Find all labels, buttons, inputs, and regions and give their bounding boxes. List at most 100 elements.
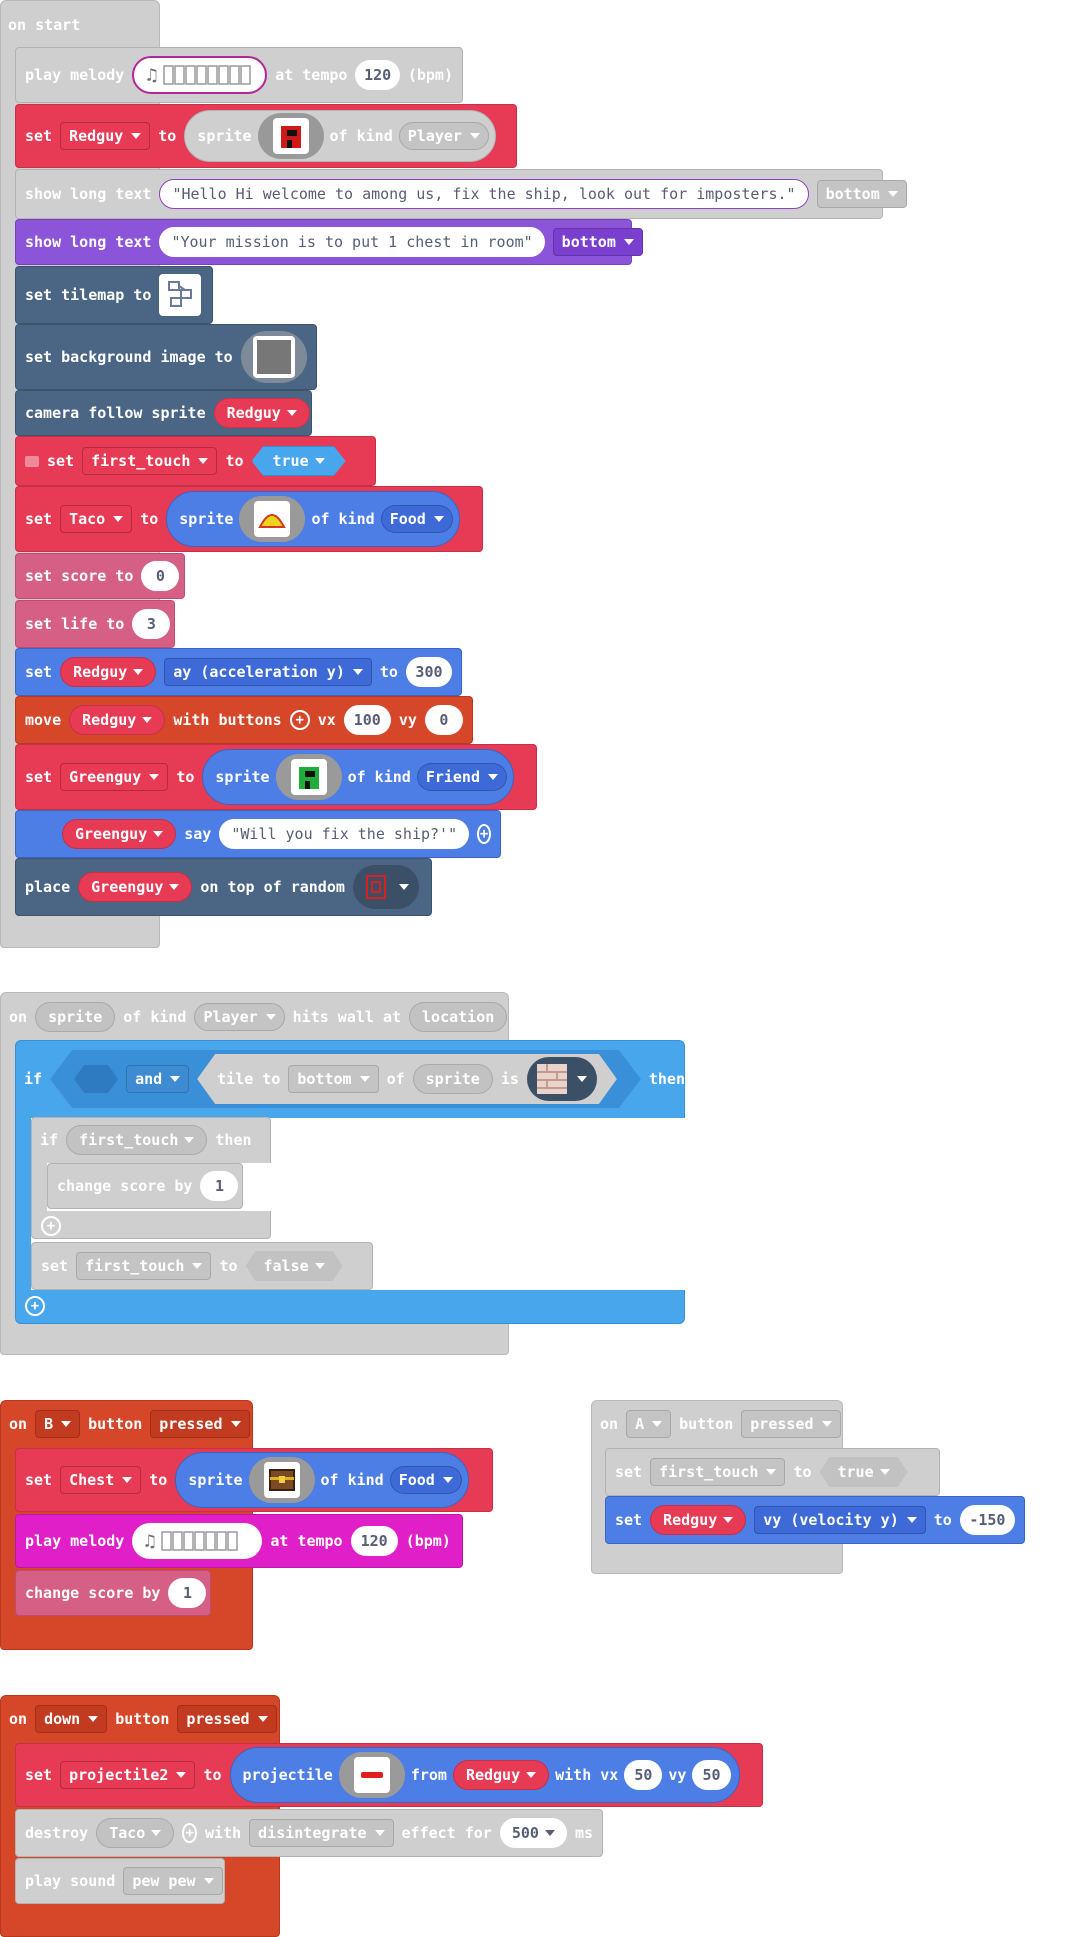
- expand-plus-icon[interactable]: +: [289, 710, 310, 730]
- tile-picker[interactable]: [527, 1057, 597, 1101]
- and-dropdown[interactable]: and: [126, 1065, 189, 1093]
- position-dropdown[interactable]: bottom: [552, 228, 643, 256]
- kind-dropdown[interactable]: Player: [398, 122, 489, 150]
- sprite-of-kind-reporter[interactable]: sprite of kind Food: [166, 491, 460, 547]
- tilemap-picker[interactable]: [159, 274, 202, 316]
- empty-boolean-slot[interactable]: [74, 1065, 118, 1093]
- camera-follow-block[interactable]: camera follow sprite Redguy: [15, 390, 312, 436]
- set-projectile-block[interactable]: set projectile2 to projectile from Redgu…: [15, 1743, 763, 1807]
- long-text-input[interactable]: "Hello Hi welcome to among us, fix the s…: [159, 179, 809, 209]
- vx-input[interactable]: 100: [343, 705, 391, 735]
- play-melody-block-b[interactable]: play melody ♫ at tempo 120 (bpm): [15, 1514, 463, 1568]
- inner-if-plus-icon[interactable]: +: [41, 1216, 61, 1236]
- sound-dropdown[interactable]: pew pew: [123, 1867, 223, 1895]
- and-operator[interactable]: and tile to bottom of sprite is: [50, 1050, 641, 1108]
- sprite-image-picker[interactable]: [275, 754, 342, 800]
- sprite-dropdown[interactable]: Redguy: [60, 657, 157, 687]
- property-dropdown[interactable]: ay (acceleration y): [164, 658, 372, 686]
- projectile-image-picker[interactable]: [338, 1752, 405, 1798]
- sprite-say-block[interactable]: Greenguy say "Will you fix the ship?'" +: [15, 810, 501, 858]
- variable-dropdown[interactable]: first_touch: [650, 1458, 786, 1486]
- boolean-dropdown[interactable]: true: [820, 1457, 908, 1487]
- variable-dropdown[interactable]: first_touch: [82, 447, 218, 475]
- location-param[interactable]: location: [409, 1002, 508, 1032]
- score-input[interactable]: 0: [141, 561, 180, 591]
- kind-dropdown[interactable]: Food: [380, 505, 453, 533]
- play-sound-block[interactable]: play sound pew pew: [15, 1858, 225, 1904]
- boolean-dropdown[interactable]: false: [246, 1251, 343, 1281]
- sprite-of-kind-reporter[interactable]: sprite of kind Friend: [202, 749, 514, 805]
- place-on-top-block[interactable]: place Greenguy on top of random: [15, 858, 432, 916]
- value-input[interactable]: 300: [405, 657, 452, 687]
- variable-dropdown[interactable]: projectile2: [60, 1761, 196, 1789]
- variable-dropdown[interactable]: Taco: [60, 505, 133, 533]
- property-dropdown[interactable]: vy (velocity y): [754, 1506, 926, 1534]
- sprite-dropdown[interactable]: Redguy: [69, 705, 166, 735]
- vy-input[interactable]: 0: [424, 705, 463, 735]
- variable-dropdown[interactable]: first_touch: [76, 1252, 212, 1280]
- kind-dropdown[interactable]: Player: [194, 1003, 285, 1031]
- sprite-image-picker[interactable]: [239, 496, 306, 542]
- change-score-block[interactable]: change score by 1: [47, 1163, 243, 1209]
- variable-dropdown[interactable]: Chest: [60, 1466, 142, 1494]
- tile-check-reporter[interactable]: tile to bottom of sprite is: [197, 1054, 617, 1104]
- sprite-dropdown[interactable]: Taco: [96, 1818, 175, 1848]
- button-dropdown[interactable]: down: [35, 1705, 108, 1733]
- change-score-block-b[interactable]: change score by 1: [15, 1570, 211, 1616]
- tile-picker[interactable]: [352, 865, 419, 909]
- set-background-block[interactable]: set background image to: [15, 324, 317, 390]
- duration-dropdown[interactable]: 500: [499, 1818, 567, 1848]
- sprite-param[interactable]: sprite: [35, 1002, 116, 1032]
- sprite-dropdown[interactable]: Redguy: [213, 398, 310, 428]
- expand-plus-icon[interactable]: +: [182, 1823, 198, 1843]
- event-dropdown[interactable]: pressed: [177, 1705, 277, 1733]
- button-dropdown[interactable]: B: [35, 1410, 81, 1438]
- move-with-buttons-block[interactable]: move Redguy with buttons + vx 100 vy 0: [15, 696, 473, 744]
- score-change-input[interactable]: 1: [168, 1578, 207, 1608]
- set-acceleration-block[interactable]: set Redguy ay (acceleration y) to 300: [15, 648, 462, 696]
- sprite-dropdown[interactable]: Redguy: [650, 1505, 747, 1535]
- event-dropdown[interactable]: pressed: [150, 1410, 250, 1438]
- show-long-text-block-2[interactable]: show long text "Your mission is to put 1…: [15, 219, 643, 265]
- set-tilemap-block[interactable]: set tilemap to: [15, 266, 213, 324]
- tempo-input[interactable]: 120: [350, 1526, 398, 1556]
- set-chest-block[interactable]: set Chest to sprite of kind Food: [15, 1448, 493, 1512]
- projectile-reporter[interactable]: projectile from Redguy with vx 50 vy 50: [229, 1747, 740, 1803]
- sprite-param[interactable]: sprite: [413, 1064, 493, 1094]
- set-score-block[interactable]: set score to 0: [15, 553, 185, 599]
- boolean-dropdown[interactable]: true: [252, 446, 346, 476]
- sprite-image-picker[interactable]: [248, 1457, 315, 1503]
- expand-plus-icon[interactable]: +: [477, 824, 491, 844]
- sprite-dropdown[interactable]: Greenguy: [62, 819, 177, 849]
- melody-picker[interactable]: ♫: [132, 1523, 263, 1559]
- set-life-block[interactable]: set life to 3: [15, 600, 175, 648]
- set-greenguy-block[interactable]: set Greenguy to sprite of kind Friend: [15, 744, 537, 810]
- variable-dropdown[interactable]: Greenguy: [60, 763, 169, 791]
- direction-dropdown[interactable]: bottom: [288, 1065, 378, 1093]
- vx-input[interactable]: 50: [624, 1760, 663, 1790]
- long-text-input[interactable]: "Your mission is to put 1 chest in room": [159, 227, 545, 257]
- score-change-input[interactable]: 1: [200, 1171, 239, 1201]
- play-melody-block[interactable]: play melody ♫ at tempo 120 (bpm): [15, 47, 463, 103]
- life-input[interactable]: 3: [132, 609, 171, 639]
- sprite-dropdown[interactable]: Greenguy: [78, 872, 193, 902]
- background-image-picker[interactable]: [240, 331, 307, 383]
- kind-dropdown[interactable]: Friend: [416, 763, 507, 791]
- position-dropdown[interactable]: bottom: [816, 180, 907, 208]
- effect-dropdown[interactable]: disintegrate: [249, 1819, 394, 1847]
- event-dropdown[interactable]: pressed: [741, 1410, 841, 1438]
- set-first-touch-block[interactable]: set first_touch to true: [15, 436, 376, 486]
- value-input[interactable]: -150: [959, 1505, 1015, 1535]
- first-touch-dropdown[interactable]: first_touch: [66, 1125, 208, 1155]
- set-velocity-block[interactable]: set Redguy vy (velocity y) to -150: [605, 1496, 1025, 1544]
- sprite-dropdown[interactable]: Redguy: [452, 1760, 550, 1790]
- button-dropdown[interactable]: A: [626, 1410, 672, 1438]
- tempo-input[interactable]: 120: [355, 60, 400, 90]
- set-taco-block[interactable]: set Taco to sprite of kind Food: [15, 486, 483, 552]
- melody-picker[interactable]: ♫: [132, 56, 268, 94]
- vy-input[interactable]: 50: [692, 1760, 731, 1790]
- if-plus-icon[interactable]: +: [25, 1296, 45, 1316]
- comment-icon[interactable]: [25, 455, 39, 467]
- sprite-image-picker[interactable]: [257, 113, 324, 159]
- set-redguy-block[interactable]: set Redguy to sprite of kind Player: [15, 104, 517, 168]
